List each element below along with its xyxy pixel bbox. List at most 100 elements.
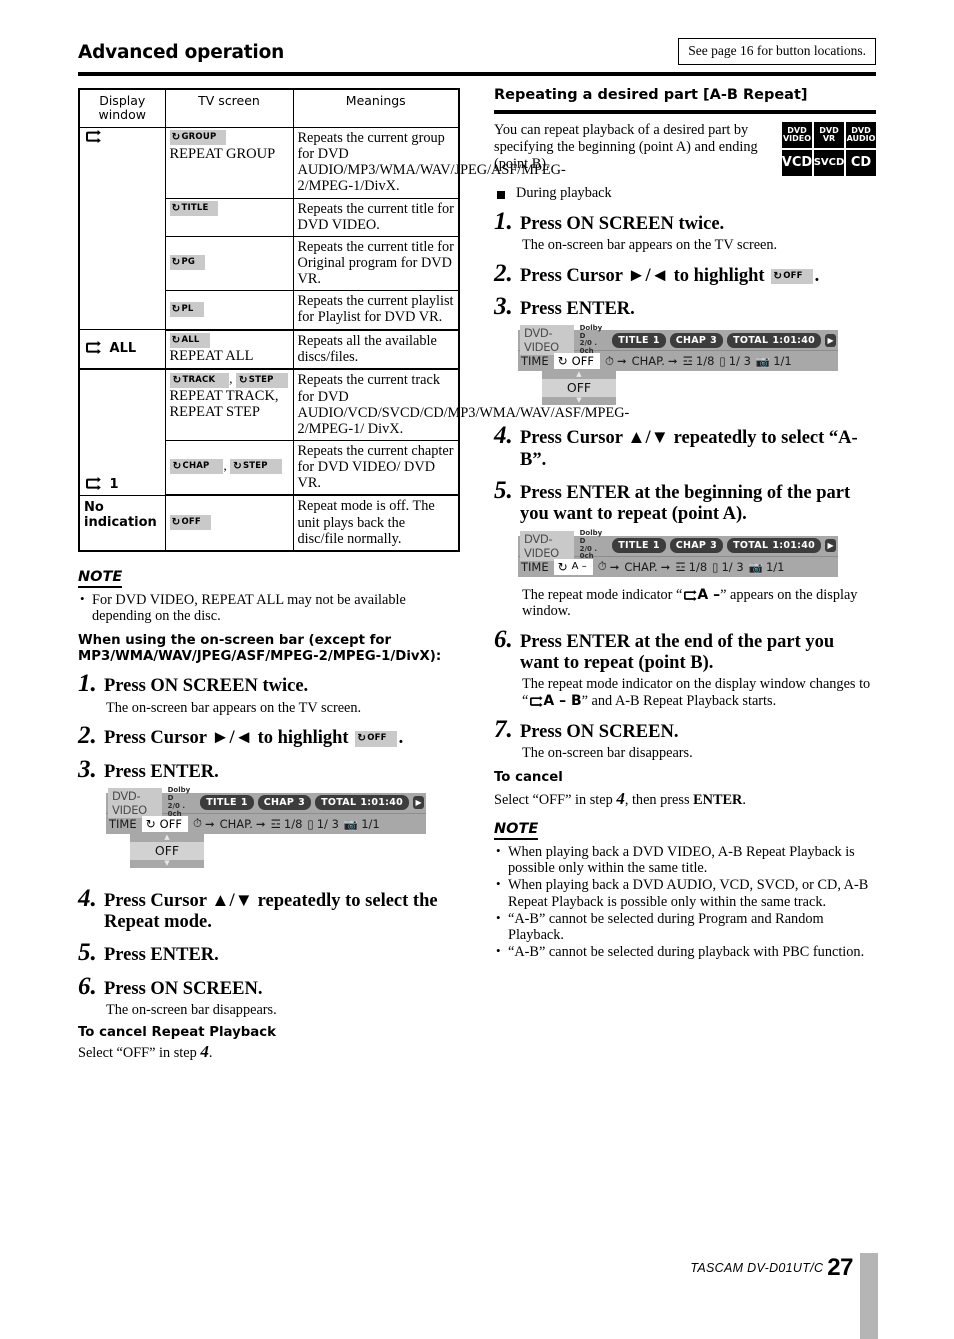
osd-audio-line1: Dolby D	[167, 786, 191, 802]
osd-time-search[interactable]: ⏱ ➞	[605, 354, 627, 369]
osd-chip-title: ↻TITLE	[169, 200, 219, 216]
step-text: Press Cursor ▲/▼ repeatedly to select th…	[104, 890, 438, 933]
osd-angle-select[interactable]: 📷 1/1	[344, 817, 380, 831]
note-label: NOTE	[78, 569, 123, 588]
osd-audio-value: 1/8	[695, 354, 715, 369]
clock-icon: ⏱	[192, 816, 202, 831]
osd-title-value: 1	[652, 540, 660, 552]
repeat-arrow-icon	[530, 696, 543, 708]
cancel-text-before: Select “OFF” in step	[78, 1045, 197, 1062]
chevron-down-icon[interactable]: ▼	[130, 859, 204, 868]
tv-screen-label-repeat-all: REPEAT ALL	[169, 348, 254, 365]
osd-chip-chap: ↻CHAP	[169, 459, 224, 475]
disc-badge-dvd-audio: DVD AUDIO	[846, 121, 876, 148]
step-number: 2.	[494, 259, 513, 287]
play-icon: ▶	[825, 333, 836, 347]
col-header-display-window: Display window	[78, 88, 166, 128]
play-icon: ▶	[825, 539, 836, 553]
arrow-right-icon: ➞	[204, 816, 215, 831]
page-header: Advanced operation See page 16 for butto…	[78, 38, 876, 76]
step-number: 4.	[78, 884, 97, 912]
onscreen-bar-row-top: DVD-VIDEO Dolby D 2/0 . 0ch TITLE 1 CHAP 3…	[518, 324, 838, 356]
repeat-glyph-icon: ↻	[171, 515, 181, 528]
onscreen-bar-row-bottom: TIME ↻ A – ⏱ ➞ CHAP. ➞ ☲ 1/8 ▯ 1/ 3 📷 1/1	[518, 555, 838, 577]
button-locations-note: See page 16 for button locations.	[678, 38, 876, 65]
osd-repeat-selector[interactable]: ↻ OFF	[141, 815, 188, 832]
repeat-glyph-icon: ↻	[145, 816, 156, 831]
osd-chapter-search[interactable]: CHAP. ➞	[632, 354, 678, 368]
osd-chip-off-inline: ↻OFF	[355, 731, 397, 747]
display-window-no-indication: No indication	[78, 494, 166, 552]
step-6-sub-after: ” and A-B Repeat Playback starts.	[581, 693, 777, 710]
intro-text: You can repeat playback of a desired par…	[494, 121, 758, 172]
page-edge-tab	[860, 1253, 878, 1339]
osd-title-label: TITLE	[618, 540, 649, 552]
osd-audio-select[interactable]: ☲ 1/8	[675, 560, 707, 574]
osd-time-label: TIME	[109, 816, 137, 831]
osd-chap-pill: CHAP 3	[257, 795, 312, 811]
onscreen-bar-graphic-a: DVD-VIDEO Dolby D 2/0 . 0ch TITLE 1 CHAP 3…	[518, 529, 876, 577]
osd-chapter-search[interactable]: CHAP. ➞	[220, 817, 266, 831]
osd-chap-value: 3	[710, 540, 718, 552]
repeat-arrow-icon	[86, 476, 101, 490]
page-title: Advanced operation	[78, 42, 285, 63]
osd-chapter-search[interactable]: CHAP. ➞	[624, 560, 670, 574]
right-column: Repeating a desired part [A-B Repeat] Yo…	[494, 87, 876, 961]
chevron-down-icon[interactable]: ▼	[542, 397, 616, 405]
osd-title-label: TITLE	[618, 334, 649, 346]
step-4: 4. Press Cursor ▲/▼ repeatedly to select…	[78, 886, 460, 934]
step-3: 3. Press ENTER.	[494, 294, 876, 320]
osd-chap-value: 3	[710, 334, 718, 346]
osd-repeat-dropdown[interactable]: ▲ OFF ▼	[542, 371, 616, 406]
repeat-glyph-icon: ↻	[171, 333, 181, 346]
repeat-glyph-icon: ↻	[773, 270, 783, 283]
meaning-cell: Repeats the current track for DVD AUDIO/…	[292, 368, 629, 441]
osd-time-search[interactable]: ⏱ ➞	[598, 559, 620, 574]
step-text: Press Cursor ▲/▼ repeatedly to select “A…	[520, 428, 858, 470]
step-text: Press ON SCREEN.	[520, 721, 679, 742]
step-6-sub: The on-screen bar disappears.	[106, 1001, 277, 1018]
osd-subtitle-select[interactable]: ▯ 1/ 3	[307, 817, 339, 831]
footer-brand: TASCAM	[690, 1261, 744, 1275]
osd-disc-type: DVD-VIDEO	[520, 530, 574, 561]
repeat-glyph-icon: ↻	[238, 373, 248, 386]
camera-icon: 📷	[748, 559, 763, 574]
subtitle-icon: ▯	[307, 816, 314, 831]
table-row: ALL ↻ALL REPEAT ALL Repeats all the avai…	[78, 329, 460, 371]
chevron-up-icon[interactable]: ▲	[130, 833, 204, 842]
tv-screen-cell: ↻GROUP REPEAT GROUP	[164, 127, 294, 199]
repeat-glyph-icon: ↻	[557, 354, 568, 369]
osd-time-search[interactable]: ⏱ ➞	[193, 816, 215, 831]
repeat-indicator-a: A –	[697, 586, 721, 603]
osd-repeat-selector[interactable]: ↻ A –	[553, 558, 593, 575]
onscreen-bar: DVD-VIDEO Dolby D 2/0 . 0ch TITLE 1 CHAP 3…	[518, 529, 838, 577]
osd-chip-pl-label: PL	[181, 303, 194, 314]
osd-repeat-value: A –	[571, 561, 587, 573]
repeat-glyph-icon: ↻	[171, 256, 181, 269]
osd-angle-select[interactable]: 📷 1/1	[749, 560, 785, 574]
osd-subtitle-select[interactable]: ▯ 1/ 3	[719, 354, 751, 368]
disc-badge-line2: VR	[822, 133, 836, 143]
step-1-sub: The on-screen bar appears on the TV scre…	[522, 237, 778, 254]
cancel-enter-key: ENTER	[693, 791, 743, 808]
supported-disc-badges: DVD VIDEO DVD VR DVD AUDIO VCD SVCD CD	[781, 121, 876, 176]
chevron-up-icon[interactable]: ▲	[542, 371, 616, 379]
osd-subtitle-select[interactable]: ▯ 1/ 3	[712, 560, 744, 574]
step-number: 3.	[78, 755, 97, 783]
osd-repeat-dropdown[interactable]: ▲ OFF ▼	[130, 833, 204, 868]
step-number: 7.	[494, 715, 513, 743]
osd-dropdown-value: OFF	[130, 841, 204, 860]
repeat-glyph-icon: ↻	[171, 201, 181, 214]
osd-angle-select[interactable]: 📷 1/1	[756, 354, 792, 368]
step-text: Press ENTER.	[104, 945, 219, 966]
disc-badge-line1: VCD	[781, 155, 813, 171]
step-1: 1. Press ON SCREEN twice.	[494, 209, 876, 235]
osd-repeat-selector[interactable]: ↻ OFF	[553, 353, 600, 370]
osd-chap-value: 3	[298, 797, 306, 809]
osd-audio-value: 1/8	[283, 816, 303, 831]
osd-chap-label: CHAP	[263, 797, 295, 809]
osd-audio-select[interactable]: ☲ 1/8	[271, 817, 303, 831]
meaning-cell: Repeats all the available discs/files.	[292, 329, 460, 371]
step-5-sub-before: The repeat mode indicator “	[522, 586, 683, 603]
osd-audio-select[interactable]: ☲ 1/8	[683, 354, 715, 368]
